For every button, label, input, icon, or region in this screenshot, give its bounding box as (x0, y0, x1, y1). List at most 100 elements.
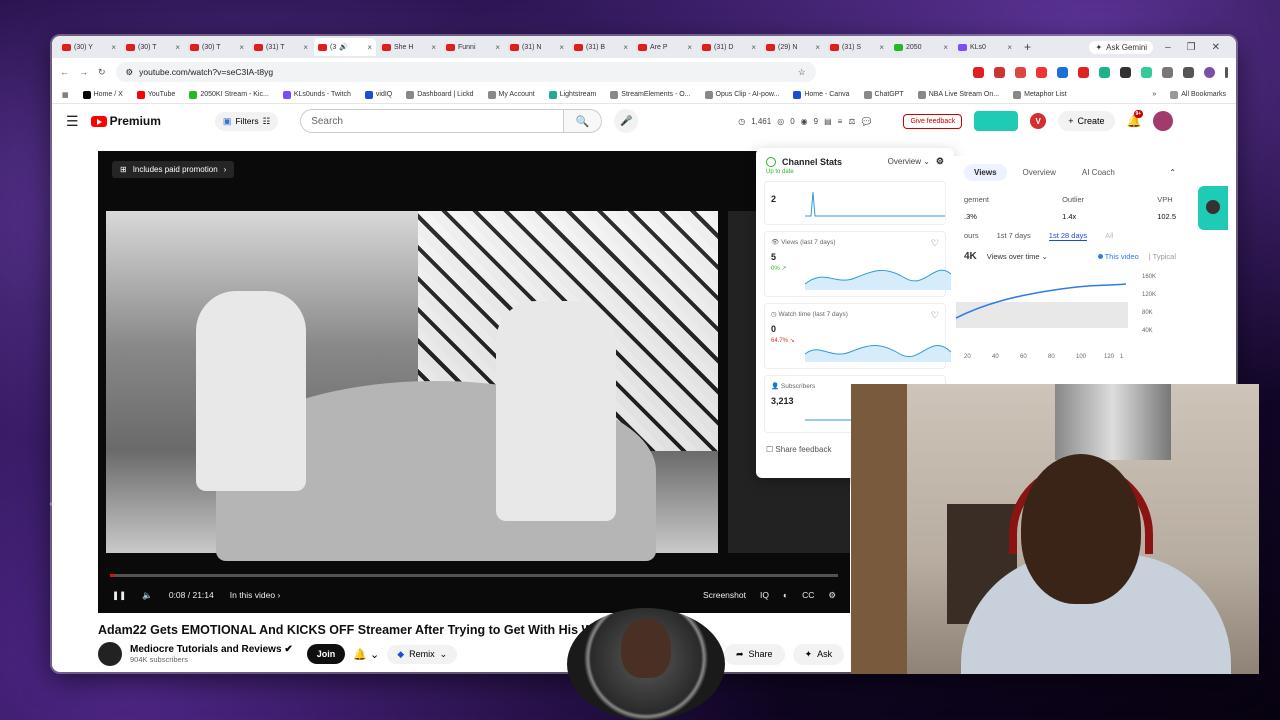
browser-tab-active[interactable]: (3 🔊 × (314, 38, 376, 56)
stat-card[interactable]: ◷ Watch time (last 7 days) 0 64.7% ↘ ♡ (764, 303, 951, 369)
puzzle-icon[interactable] (1162, 66, 1173, 78)
settings-icon[interactable]: ⚙ (828, 590, 836, 601)
browser-tab[interactable]: (31) S × (826, 38, 888, 56)
join-button[interactable]: Join (306, 644, 346, 664)
close-icon[interactable]: × (303, 43, 308, 52)
forward-icon[interactable]: → (79, 67, 88, 77)
apps-icon[interactable]: ▦ (62, 91, 69, 99)
range-first-7-days[interactable]: 1st 7 days (997, 231, 1031, 241)
extension-icon[interactable]: ▤ (824, 117, 832, 126)
back-icon[interactable]: ← (60, 67, 69, 77)
in-this-video-button[interactable]: In this video › (230, 590, 281, 600)
close-icon[interactable]: × (495, 43, 500, 52)
bookmark-item[interactable]: Home / X (82, 90, 123, 99)
close-icon[interactable]: × (623, 43, 628, 52)
bookmark-item[interactable]: ChatGPT (863, 90, 904, 99)
minimize-icon[interactable]: – (1165, 42, 1171, 53)
reload-icon[interactable]: ↻ (98, 67, 106, 78)
close-icon[interactable]: × (943, 43, 948, 52)
volume-icon[interactable]: 🔈 (142, 590, 153, 601)
screenshot-button[interactable]: Screenshot (703, 590, 746, 600)
subscribed-bell-button[interactable]: 🔔 ⌄ (353, 648, 379, 661)
close-icon[interactable]: × (815, 43, 820, 52)
tab-overview[interactable]: Overview (1013, 164, 1066, 181)
voice-search-button[interactable]: 🎤 (614, 109, 639, 133)
iq-icon[interactable]: IQ (760, 590, 769, 600)
captions-icon[interactable]: CC (802, 590, 814, 600)
site-info-icon[interactable]: ⚙ (126, 67, 134, 78)
bookmark-item[interactable]: Lightstream (548, 90, 596, 99)
bookmark-star-icon[interactable]: ☆ (798, 67, 806, 78)
bookmark-item[interactable]: KLs0unds - Twitch (282, 90, 351, 99)
vidiq-toggle-button[interactable] (974, 111, 1019, 131)
new-tab-button[interactable]: + (1018, 40, 1037, 54)
browser-tab[interactable]: (31) T × (250, 38, 312, 56)
vidiq-side-tab[interactable] (1198, 186, 1228, 230)
search-input[interactable]: Search (300, 109, 565, 133)
hamburger-menu-icon[interactable]: ☰ (66, 113, 79, 130)
browser-tab[interactable]: (29) N × (762, 38, 824, 56)
browser-tab[interactable]: She H × (378, 38, 440, 56)
browser-tab[interactable]: KLs0 × (954, 38, 1016, 56)
bookmark-item[interactable]: Dashboard | Lickd (406, 90, 474, 99)
bookmark-item[interactable]: vidIQ (364, 90, 392, 99)
youtube-premium-logo[interactable]: Premium (90, 114, 161, 128)
ask-button[interactable]: ✦ Ask (792, 644, 845, 665)
browser-tab[interactable]: Are P × (634, 38, 696, 56)
close-icon[interactable]: × (431, 43, 436, 52)
chart-icon[interactable]: ≡ (838, 117, 843, 126)
bookmark-item[interactable]: NBA Live Stream On... (917, 90, 999, 99)
notifications-button[interactable]: 🔔 9+ (1127, 110, 1144, 128)
bookmark-item[interactable]: Opus Clip - AI-pow... (704, 90, 779, 99)
extension-icon[interactable] (994, 66, 1005, 78)
compare-icon[interactable]: ⚖ (848, 117, 855, 126)
channel-name[interactable]: Mediocre Tutorials and Reviews ✔ (130, 644, 293, 655)
address-bar[interactable]: ⚙ youtube.com/watch?v=seC3IA-t8yg ☆ (115, 62, 816, 82)
close-window-icon[interactable]: ✕ (1212, 42, 1220, 53)
speaker-icon[interactable]: 🔊 (339, 43, 348, 51)
browser-tab[interactable]: (31) D × (698, 38, 760, 56)
bookmark-item[interactable]: YouTube (136, 90, 175, 99)
url-text[interactable]: youtube.com/watch?v=seC3IA-t8yg (139, 67, 273, 77)
bookmark-item[interactable]: Home - Canva (793, 90, 850, 99)
remix-button[interactable]: ◆ Remix ⌄ (387, 644, 458, 664)
close-icon[interactable]: × (559, 43, 564, 52)
maximize-icon[interactable]: ❐ (1187, 42, 1196, 53)
gear-icon[interactable]: ⚙ (936, 156, 944, 167)
close-icon[interactable]: × (111, 43, 116, 52)
browser-tab[interactable]: (30) T × (122, 38, 184, 56)
extension-icon[interactable] (1036, 66, 1047, 78)
extension-icon[interactable] (973, 66, 984, 78)
sidebar-icon[interactable] (1183, 66, 1194, 78)
autoplay-toggle[interactable]: ◐ (783, 590, 788, 600)
browser-tab[interactable]: (30) Y × (58, 38, 120, 56)
stat-card[interactable]: 2 (764, 181, 946, 225)
video-player[interactable]: ⊞ Includes paid promotion › ❚❚ 🔈 0:08 / … (98, 151, 850, 613)
range-all[interactable]: All (1105, 231, 1113, 241)
close-icon[interactable]: × (751, 43, 756, 52)
browser-tab[interactable]: (31) N × (506, 38, 568, 56)
all-bookmarks-button[interactable]: All Bookmarks (1170, 90, 1226, 99)
close-icon[interactable]: × (687, 43, 692, 52)
close-icon[interactable]: × (239, 43, 244, 52)
share-button[interactable]: ➦ Share (724, 644, 785, 665)
menu-icon[interactable] (1225, 66, 1228, 78)
bookmark-item[interactable]: Metaphor List (1013, 90, 1067, 99)
range-first-28-days[interactable]: 1st 28 days (1048, 231, 1088, 241)
overview-select[interactable]: Overview ⌄ (888, 157, 930, 166)
extension-icon[interactable] (1141, 66, 1152, 78)
range-hours[interactable]: ours (964, 231, 979, 241)
views-select[interactable]: Views over time ⌄ (987, 252, 1048, 261)
comment-icon[interactable]: 💬 (862, 117, 872, 126)
pause-icon[interactable]: ❚❚ (112, 590, 126, 601)
close-icon[interactable]: × (367, 43, 372, 52)
browser-tab[interactable]: Funni × (442, 38, 504, 56)
browser-tab[interactable]: (30) T × (186, 38, 248, 56)
more-bookmarks-icon[interactable]: » (1152, 91, 1156, 98)
close-icon[interactable]: × (879, 43, 884, 52)
browser-tab[interactable]: 2050 × (890, 38, 952, 56)
filters-button[interactable]: ▣ Filters ☷ (214, 111, 279, 131)
bookmark-item[interactable]: 2050KI Stream - Kic... (189, 90, 269, 99)
create-button[interactable]: + Create (1058, 111, 1115, 131)
tab-ai-coach[interactable]: AI Coach (1072, 164, 1125, 181)
